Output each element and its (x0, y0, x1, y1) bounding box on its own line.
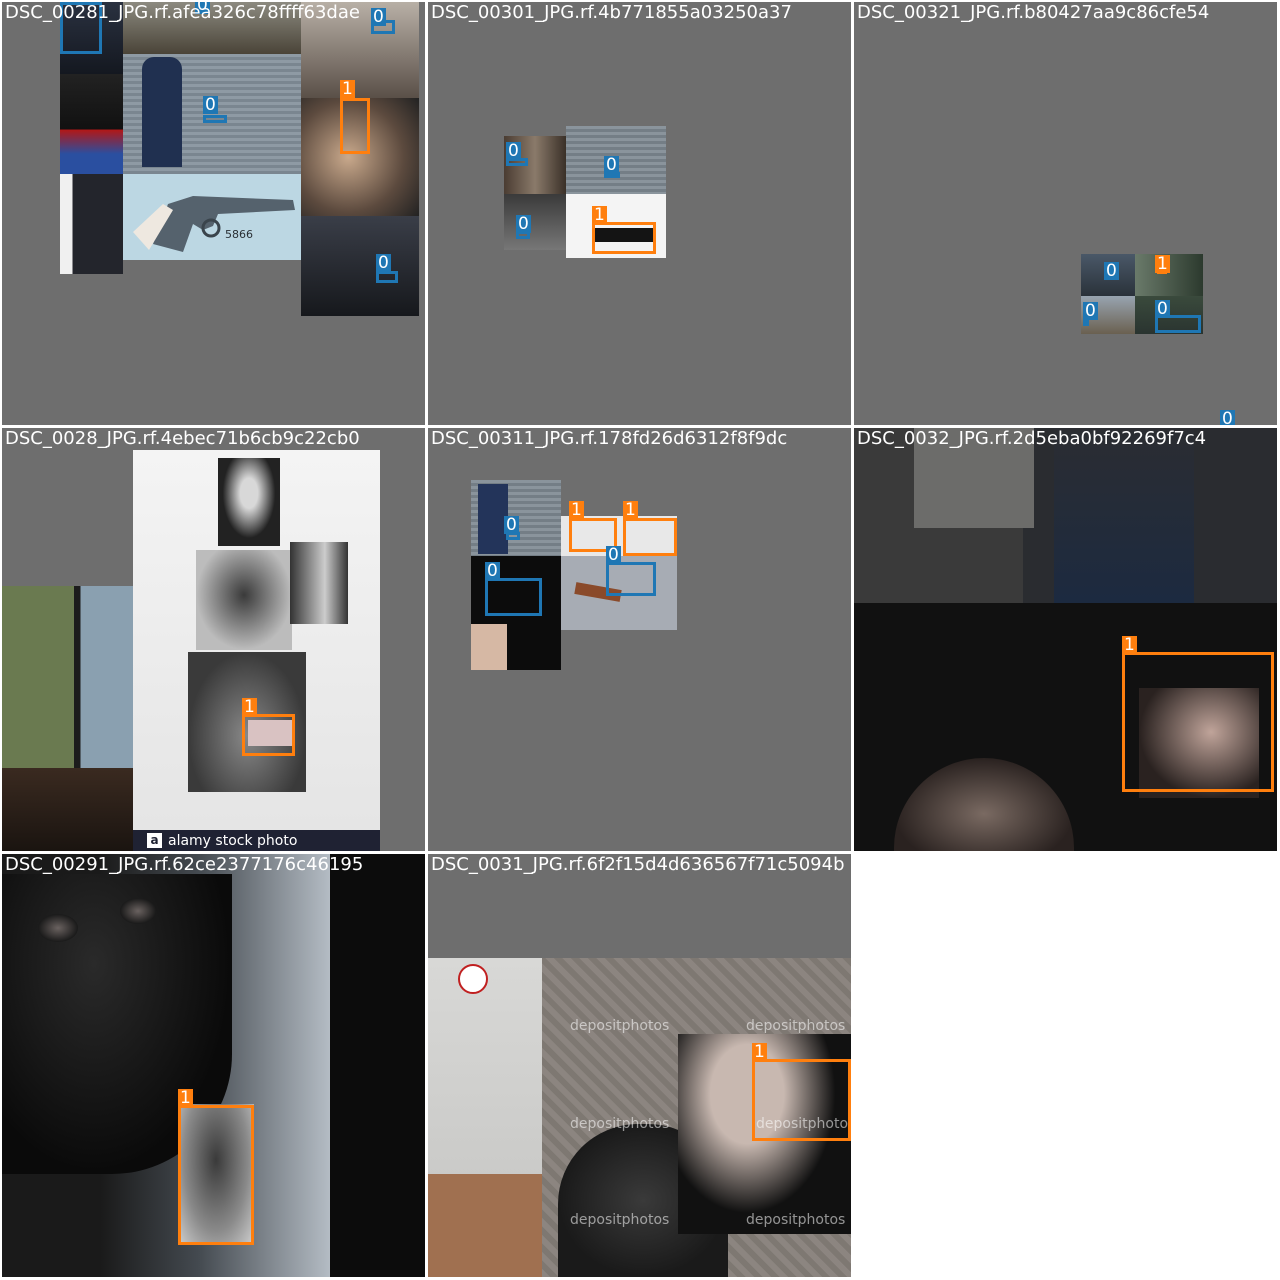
detection-label: 0 (1104, 261, 1119, 281)
photo-crop (504, 194, 566, 250)
tile-title: DSC_0028_JPG.rf.4ebec71b6cb9c22cb0 (5, 428, 360, 449)
detection-label: 1 (1122, 635, 1137, 655)
detection-box-class0 (485, 578, 542, 616)
depositphotos-watermark: depositphotos (570, 1116, 670, 1132)
photo-crop (120, 898, 156, 924)
tile-title: DSC_00311_JPG.rf.178fd26d6312f8f9dc (431, 428, 788, 449)
detection-label: 1 (592, 205, 607, 225)
photo-crop (60, 174, 123, 274)
depositphotos-watermark: depositphotos (570, 1212, 670, 1228)
mosaic-tile-7: DSC_00291_JPG.rf.62ce2377176c46195 1 (2, 854, 425, 1277)
alamy-logo: a (147, 833, 162, 848)
detection-box-class1 (592, 222, 656, 254)
detection-label: 0 (504, 515, 519, 535)
photo-crop (60, 74, 123, 174)
detection-label: 1 (178, 1088, 193, 1108)
depositphotos-watermark: depositphotos (746, 1018, 846, 1034)
detection-box-class1 (752, 1059, 851, 1141)
detection-label: 0 (506, 141, 521, 161)
detection-label: 0 (604, 155, 619, 175)
detection-label: 1 (1155, 254, 1170, 274)
tile-title: DSC_00321_JPG.rf.b80427aa9c86cfe54 (857, 2, 1210, 23)
detection-box-class1 (1122, 652, 1274, 792)
photo-crop (142, 57, 182, 167)
alamy-watermark-text: alamy stock photo (168, 832, 298, 849)
mosaic-tile-1: DSC_00281_JPG.rf.afea326c78ffff63dae 586… (2, 2, 425, 425)
tile-title: DSC_00291_JPG.rf.62ce2377176c46195 (5, 854, 364, 875)
floor-photo (2, 768, 133, 851)
detection-label: 0 (516, 214, 531, 234)
tile-title: DSC_00281_JPG.rf.afea326c78ffff63dae (5, 2, 360, 23)
detection-label: 0 (376, 253, 391, 273)
mosaic-tile-4: DSC_0028_JPG.rf.4ebec71b6cb9c22cb0 a ala… (2, 428, 425, 851)
detection-label: 1 (752, 1042, 767, 1062)
detection-box-class0 (203, 115, 227, 123)
alamy-watermark-bar: a alamy stock photo (133, 830, 380, 851)
mosaic-tile-5: DSC_00311_JPG.rf.178fd26d6312f8f9dc 0 1 … (428, 428, 851, 851)
photo-crop (38, 914, 78, 942)
detection-label: 0 (1083, 301, 1098, 321)
revolver-serial: 5866 (225, 228, 253, 241)
photo-crop (1054, 428, 1194, 603)
detection-label: 0 (1220, 410, 1235, 425)
detection-box-class1 (340, 98, 370, 154)
detection-box-class0 (606, 562, 656, 596)
detection-label: 0 (1155, 299, 1170, 319)
shoulder-xray (290, 542, 348, 624)
detection-label: 1 (569, 500, 584, 520)
chest-xray (196, 550, 292, 650)
photo-crop (471, 624, 507, 670)
tile-title: DSC_0032_JPG.rf.2d5eba0bf92269f7c4 (857, 428, 1207, 449)
photo-crop (458, 964, 488, 994)
detection-label: 0 (606, 545, 621, 565)
skull-xray (218, 458, 280, 546)
mosaic-tile-2: DSC_00301_JPG.rf.4b771855a03250a37 0 0 0… (428, 2, 851, 425)
photo-crop (330, 854, 425, 1277)
detection-label: 1 (623, 500, 638, 520)
photo-crop (301, 216, 419, 316)
revolver-icon (133, 196, 295, 252)
depositphotos-watermark: depositphotos (570, 1018, 670, 1034)
detection-label: 0 (485, 561, 500, 581)
tile-title: DSC_0031_JPG.rf.6f2f15d4d636567f71c5094b (431, 854, 845, 875)
photo-crop (428, 1174, 542, 1277)
mosaic-tile-6: DSC_0032_JPG.rf.2d5eba0bf92269f7c4 1 (854, 428, 1277, 851)
detection-label: 0 (203, 95, 218, 115)
detection-box-class1 (242, 714, 295, 756)
tile-title: DSC_00301_JPG.rf.4b771855a03250a37 (431, 2, 792, 23)
detection-label: 1 (340, 79, 355, 99)
revolver-photo: 5866 (123, 174, 301, 260)
mosaic-tile-3: DSC_00321_JPG.rf.b80427aa9c86cfe54 0 1 0… (854, 2, 1277, 425)
detection-box-class1 (623, 518, 677, 556)
mosaic-tile-8: DSC_0031_JPG.rf.6f2f15d4d636567f71c5094b… (428, 854, 851, 1277)
detection-box-class1 (178, 1105, 254, 1245)
detection-label: 0 (371, 7, 386, 27)
detection-label: 1 (242, 697, 257, 717)
depositphotos-watermark: depositphotos (746, 1212, 846, 1228)
